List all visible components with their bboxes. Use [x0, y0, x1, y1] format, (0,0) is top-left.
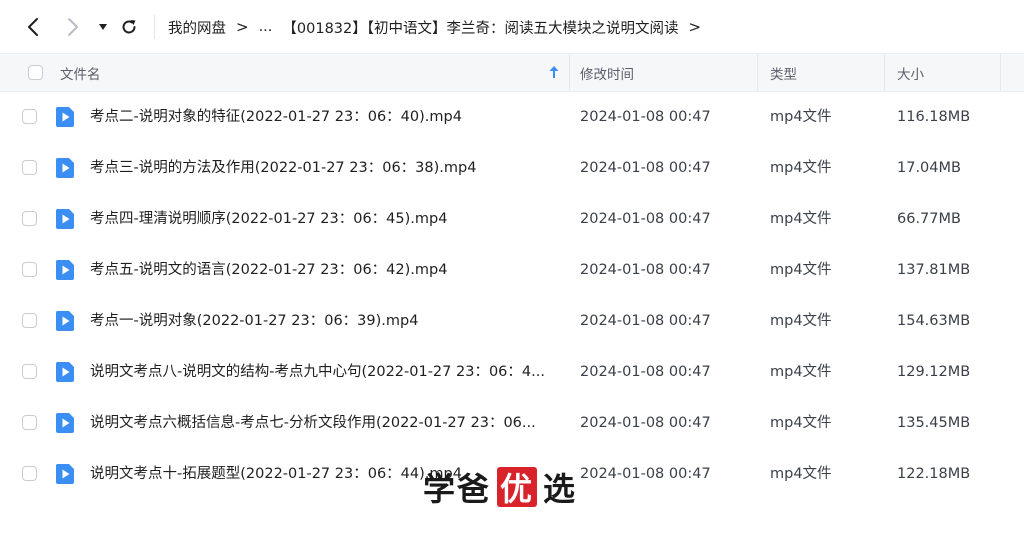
column-divider[interactable] [569, 54, 570, 91]
watermark-badge: 优 [497, 467, 538, 508]
file-row[interactable]: 考点一-说明对象(2022-01-27 23：06：39).mp4 2024-01… [0, 296, 1024, 347]
row-checkbox[interactable] [22, 466, 37, 481]
column-header-type[interactable]: 类型 [770, 54, 797, 91]
file-modified-time: 2024-01-08 00:47 [580, 415, 711, 431]
file-modified-time: 2024-01-08 00:47 [580, 313, 711, 329]
breadcrumb-root[interactable]: 我的网盘 [168, 17, 226, 38]
sort-ascending-button[interactable] [548, 65, 560, 83]
video-file-icon [55, 260, 74, 280]
file-name[interactable]: 考点一-说明对象(2022-01-27 23：06：39).mp4 [90, 296, 560, 347]
select-all-cell [28, 54, 43, 91]
file-type: mp4文件 [770, 313, 832, 329]
refresh-icon [122, 20, 136, 34]
file-size: 135.45MB [897, 415, 971, 431]
file-type: mp4文件 [770, 364, 832, 380]
back-button[interactable] [20, 14, 46, 40]
file-row[interactable]: 说明文考点六概括信息-考点七-分析文段作用(2022-01-27 23：06..… [0, 398, 1024, 449]
file-name[interactable]: 说明文考点六概括信息-考点七-分析文段作用(2022-01-27 23：06..… [90, 398, 560, 449]
video-file-icon [55, 413, 74, 433]
video-file-icon [55, 362, 74, 382]
watermark-text-left: 学爸 [423, 470, 492, 508]
file-row[interactable]: 说明文考点八-说明文的结构-考点九中心句(2022-01-27 23：06：4.… [0, 347, 1024, 398]
file-modified-time: 2024-01-08 00:47 [580, 160, 711, 176]
nav-divider [154, 15, 155, 39]
file-row[interactable]: 考点二-说明对象的特征(2022-01-27 23：06：40).mp4 2024… [0, 92, 1024, 143]
video-file-icon [55, 209, 74, 229]
navigation-bar: 我的网盘 > ... 【001832】【初中语文】李兰奇：阅读五大模块之说明文阅… [0, 0, 1024, 54]
breadcrumb-separator: > [236, 18, 249, 36]
file-type: mp4文件 [770, 466, 832, 482]
file-row[interactable]: 考点三-说明的方法及作用(2022-01-27 23：06：38).mp4 202… [0, 143, 1024, 194]
file-size: 116.18MB [897, 109, 971, 125]
file-list-header: 文件名 修改时间 类型 大小 [0, 54, 1024, 92]
file-modified-time: 2024-01-08 00:47 [580, 466, 711, 482]
file-modified-time: 2024-01-08 00:47 [580, 211, 711, 227]
file-modified-time: 2024-01-08 00:47 [580, 262, 711, 278]
row-checkbox[interactable] [22, 211, 37, 226]
row-checkbox[interactable] [22, 415, 37, 430]
file-name[interactable]: 考点三-说明的方法及作用(2022-01-27 23：06：38).mp4 [90, 143, 560, 194]
file-size: 137.81MB [897, 262, 971, 278]
column-header-modified[interactable]: 修改时间 [580, 54, 634, 91]
row-checkbox[interactable] [22, 160, 37, 175]
file-name[interactable]: 考点二-说明对象的特征(2022-01-27 23：06：40).mp4 [90, 92, 560, 143]
row-checkbox[interactable] [22, 109, 37, 124]
column-divider[interactable] [757, 54, 758, 91]
file-type: mp4文件 [770, 109, 832, 125]
row-checkbox[interactable] [22, 262, 37, 277]
row-checkbox[interactable] [22, 364, 37, 379]
file-size: 129.12MB [897, 364, 971, 380]
file-list: 考点二-说明对象的特征(2022-01-27 23：06：40).mp4 2024… [0, 92, 1024, 500]
file-size: 154.63MB [897, 313, 971, 329]
file-size: 66.77MB [897, 211, 961, 227]
video-file-icon [55, 464, 74, 484]
breadcrumb: 我的网盘 > ... 【001832】【初中语文】李兰奇：阅读五大模块之说明文阅… [168, 0, 711, 54]
video-file-icon [55, 311, 74, 331]
file-name[interactable]: 考点五-说明文的语言(2022-01-27 23：06：42).mp4 [90, 245, 560, 296]
file-modified-time: 2024-01-08 00:47 [580, 364, 711, 380]
breadcrumb-separator[interactable]: > [689, 18, 702, 36]
file-type: mp4文件 [770, 160, 832, 176]
history-dropdown-button[interactable] [90, 14, 116, 40]
file-row[interactable]: 考点五-说明文的语言(2022-01-27 23：06：42).mp4 2024-… [0, 245, 1024, 296]
file-row[interactable]: 考点四-理清说明顺序(2022-01-27 23：06：45).mp4 2024-… [0, 194, 1024, 245]
arrow-up-icon [549, 66, 559, 78]
caret-down-icon [99, 24, 107, 30]
breadcrumb-current-folder[interactable]: 【001832】【初中语文】李兰奇：阅读五大模块之说明文阅读 [282, 17, 678, 38]
file-name[interactable]: 考点四-理清说明顺序(2022-01-27 23：06：45).mp4 [90, 194, 560, 245]
file-size: 17.04MB [897, 160, 961, 176]
file-type: mp4文件 [770, 415, 832, 431]
file-type: mp4文件 [770, 211, 832, 227]
select-all-checkbox[interactable] [28, 65, 43, 80]
chevron-left-icon [28, 18, 38, 36]
file-modified-time: 2024-01-08 00:47 [580, 109, 711, 125]
file-manager-window: 我的网盘 > ... 【001832】【初中语文】李兰奇：阅读五大模块之说明文阅… [0, 0, 1024, 547]
refresh-button[interactable] [116, 14, 142, 40]
file-size: 122.18MB [897, 466, 971, 482]
file-type: mp4文件 [770, 262, 832, 278]
file-name[interactable]: 说明文考点八-说明文的结构-考点九中心句(2022-01-27 23：06：4.… [90, 347, 560, 398]
breadcrumb-ellipsis[interactable]: ... [259, 19, 273, 35]
video-file-icon [55, 158, 74, 178]
watermark: 学爸 优 选 [423, 465, 577, 509]
column-divider[interactable] [1000, 54, 1001, 91]
video-file-icon [55, 107, 74, 127]
watermark-text-right: 选 [543, 470, 578, 508]
column-header-name[interactable]: 文件名 [60, 54, 101, 91]
forward-button[interactable] [60, 14, 86, 40]
column-divider[interactable] [884, 54, 885, 91]
chevron-right-icon [68, 18, 78, 36]
row-checkbox[interactable] [22, 313, 37, 328]
column-header-size[interactable]: 大小 [897, 54, 924, 91]
